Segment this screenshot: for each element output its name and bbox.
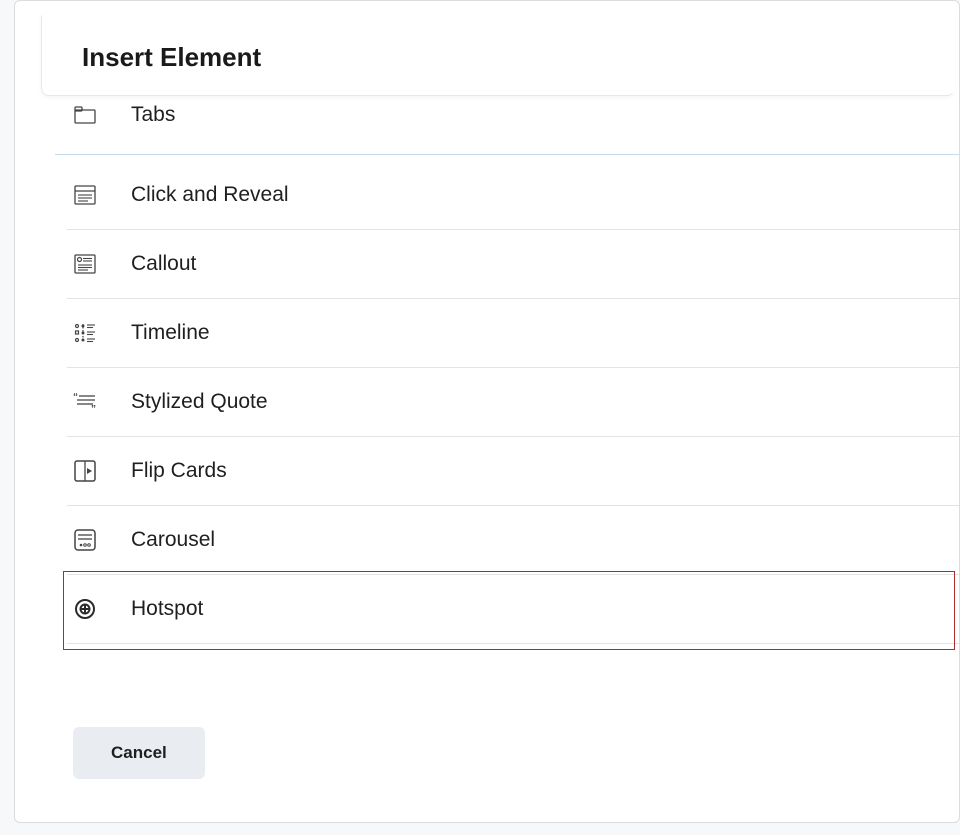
list-item-label: Flip Cards <box>131 459 227 483</box>
svg-text:”: ” <box>91 404 96 412</box>
hotspot-icon <box>73 597 97 621</box>
timeline-icon <box>73 321 97 345</box>
list-item-label: Timeline <box>131 321 210 345</box>
list-item-stylized-quote[interactable]: “ ” Stylized Quote <box>67 368 959 437</box>
click-reveal-icon <box>73 183 97 207</box>
callout-icon <box>73 252 97 276</box>
list-item-timeline[interactable]: Timeline <box>67 299 959 368</box>
list-item-click-and-reveal[interactable]: Click and Reveal <box>67 161 959 230</box>
modal-footer: Cancel <box>73 727 205 779</box>
list-item-flip-cards[interactable]: Flip Cards <box>67 437 959 506</box>
element-list: Click and Reveal Callout <box>67 161 959 644</box>
carousel-icon <box>73 528 97 552</box>
list-item-label: Click and Reveal <box>131 183 289 207</box>
modal-panel: Tabs Insert Element Click and Reveal <box>14 0 960 823</box>
list-item-label: Tabs <box>131 103 175 127</box>
modal-header: Insert Element <box>41 15 955 96</box>
modal-title: Insert Element <box>82 42 914 73</box>
list-item-label: Stylized Quote <box>131 390 268 414</box>
list-item-callout[interactable]: Callout <box>67 230 959 299</box>
list-item-carousel[interactable]: Carousel <box>67 506 959 575</box>
list-item-label: Callout <box>131 252 196 276</box>
quote-icon: “ ” <box>73 390 97 414</box>
svg-text:“: “ <box>73 392 78 403</box>
list-item-tabs-partial[interactable]: Tabs <box>73 103 175 127</box>
flip-cards-icon <box>73 459 97 483</box>
list-item-label: Hotspot <box>131 597 203 621</box>
divider <box>55 154 959 155</box>
cancel-button[interactable]: Cancel <box>73 727 205 779</box>
list-item-label: Carousel <box>131 528 215 552</box>
tabs-icon <box>73 103 97 127</box>
list-item-hotspot[interactable]: Hotspot <box>67 575 959 644</box>
